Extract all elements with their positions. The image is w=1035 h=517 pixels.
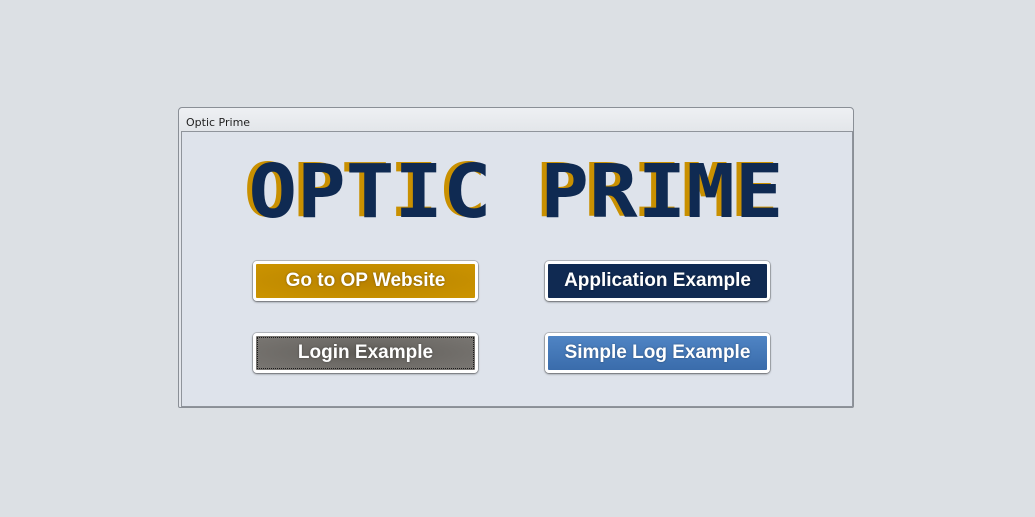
app-window: Optic Prime OPTIC PRIME OPTIC PRIME Go t… [178,107,854,408]
login-example-label: Login Example [297,342,434,363]
go-to-website-label: Go to OP Website [285,270,446,291]
go-to-website-button[interactable]: Go to OP Website [253,261,478,301]
window-title: Optic Prime [186,116,251,129]
main-panel: OPTIC PRIME OPTIC PRIME Go to OP Website… [181,131,853,407]
application-example-button[interactable]: Application Example [545,261,770,301]
login-example-button[interactable]: Login Example [253,333,478,373]
title-bar[interactable]: Optic Prime [179,108,853,131]
simple-log-example-label: Simple Log Example [564,342,751,363]
logo-text: OPTIC PRIME [249,157,784,227]
simple-log-example-button[interactable]: Simple Log Example [545,333,770,373]
application-example-label: Application Example [564,270,751,291]
optic-prime-logo: OPTIC PRIME OPTIC PRIME [244,157,784,227]
